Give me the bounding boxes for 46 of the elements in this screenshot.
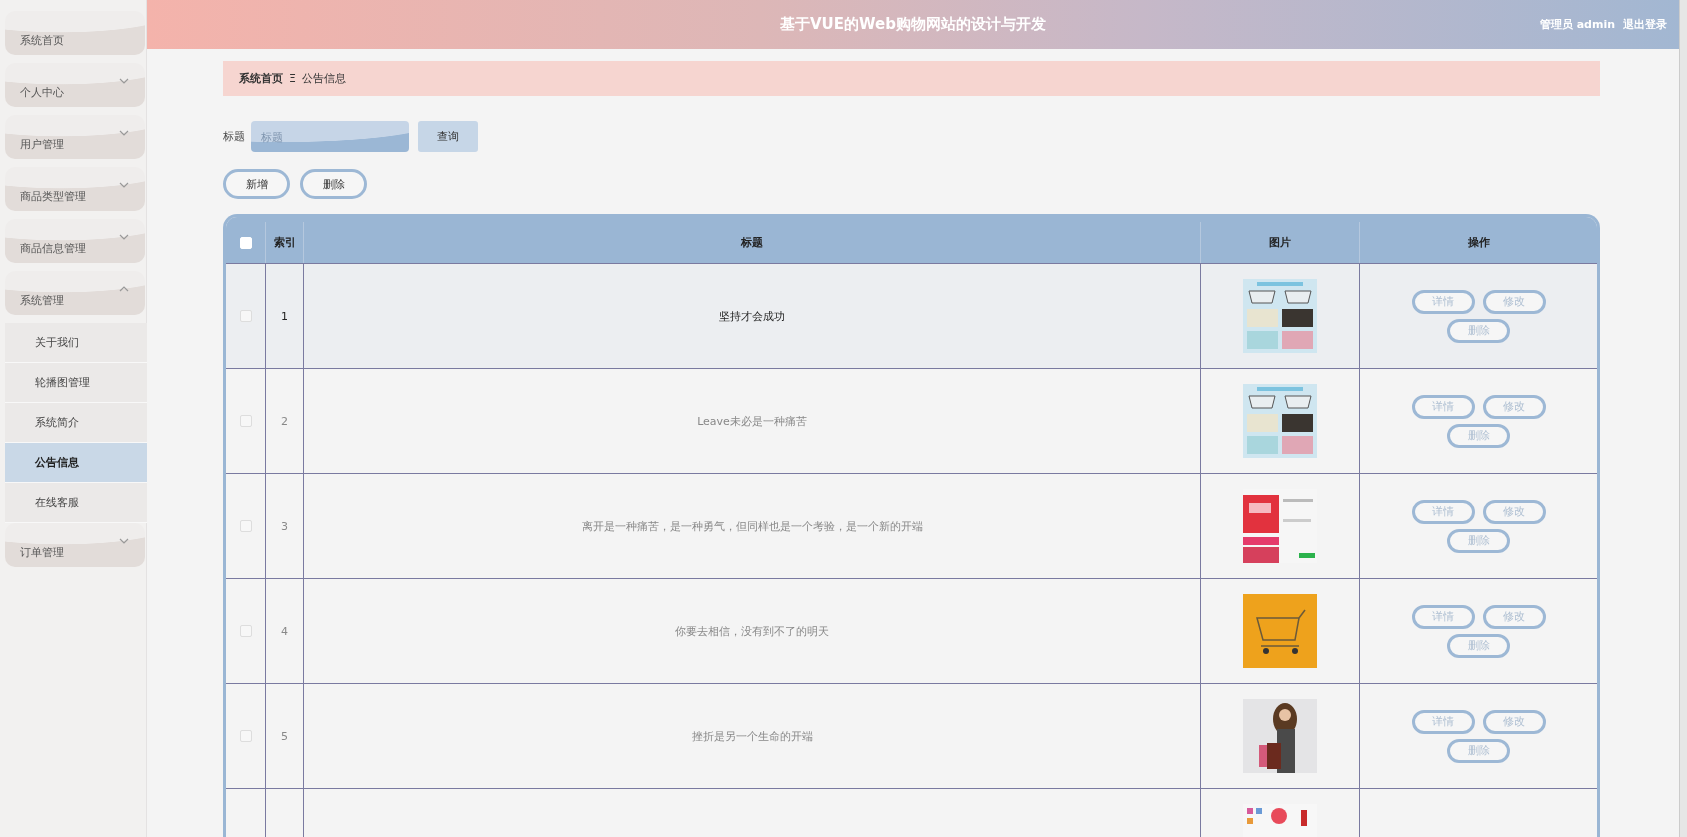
row-checkbox[interactable]	[239, 310, 252, 322]
submenu-item[interactable]: 在线客服	[5, 483, 147, 523]
row-index: 3	[281, 519, 288, 533]
submenu-item[interactable]: 轮播图管理	[5, 363, 147, 403]
scrollbar[interactable]	[1679, 0, 1687, 837]
row-index: 4	[281, 624, 288, 638]
site-title: 基于VUE的Web购物网站的设计与开发	[780, 15, 1046, 34]
menu-item[interactable]: 系统管理	[5, 271, 145, 315]
chevron-icon	[119, 130, 129, 136]
title-search-field[interactable]: 标题	[251, 121, 409, 152]
submenu-item[interactable]: 关于我们	[5, 323, 147, 363]
row-checkbox[interactable]	[239, 730, 252, 742]
row-index: 2	[281, 414, 288, 428]
chevron-icon	[119, 234, 129, 240]
menu-item[interactable]: 商品信息管理	[5, 219, 145, 263]
chevron-icon	[119, 538, 129, 544]
submenu-item[interactable]: 公告信息	[5, 443, 147, 483]
search-label: 标题	[223, 129, 245, 144]
row-index: 5	[281, 729, 288, 743]
notice-title: Leave未必是一种痛苦	[697, 413, 807, 429]
notice-title: 离开是一种痛苦，是一种勇气，但同样也是一个考验，是一个新的开端	[581, 518, 923, 534]
menu-item[interactable]: 系统首页	[5, 11, 145, 55]
menu-item[interactable]: 商品类型管理	[5, 167, 145, 211]
breadcrumb-home[interactable]: 系统首页	[239, 71, 283, 86]
row-index: 1	[281, 309, 288, 323]
breadcrumb-current: 公告信息	[301, 71, 346, 86]
breadcrumb-separator: Ξ	[289, 72, 296, 85]
notice-title: 你要去相信，没有到不了的明天	[675, 623, 829, 639]
menu-item[interactable]: 个人中心	[5, 63, 145, 107]
notice-title: 坚持才会成功	[719, 308, 785, 324]
chevron-icon	[119, 182, 129, 188]
notice-title: 挫折是另一个生命的开端	[691, 728, 813, 744]
chevron-icon	[119, 78, 129, 84]
admin-label: 管理员 admin	[1539, 17, 1615, 32]
select-all-checkbox[interactable]	[239, 236, 252, 249]
column-header: 操作	[1466, 235, 1491, 251]
query-button[interactable]: 查询	[418, 121, 478, 152]
menu-item[interactable]: 用户管理	[5, 115, 145, 159]
menu-item[interactable]: 订单管理	[5, 523, 145, 567]
chevron-icon	[119, 286, 129, 292]
action-button[interactable]: 删除	[300, 169, 367, 199]
row-checkbox[interactable]	[239, 415, 252, 427]
row-checkbox[interactable]	[239, 625, 252, 637]
action-button[interactable]: 新增	[223, 169, 290, 199]
submenu-item[interactable]: 系统简介	[5, 403, 147, 443]
row-checkbox[interactable]	[239, 520, 252, 532]
